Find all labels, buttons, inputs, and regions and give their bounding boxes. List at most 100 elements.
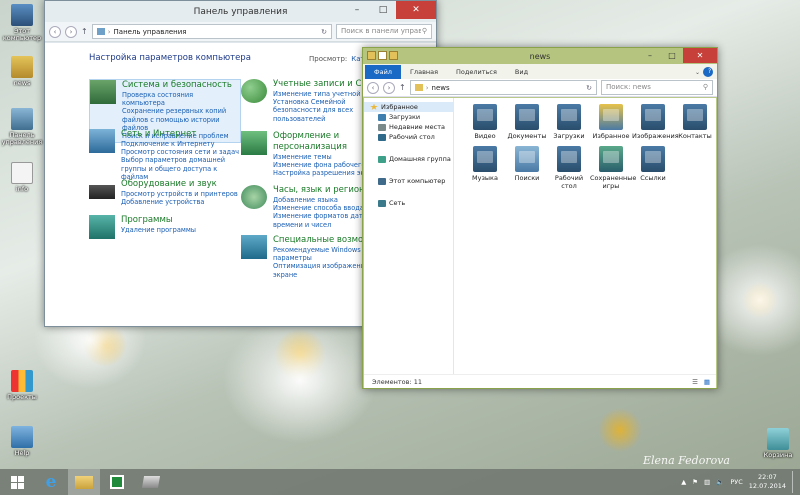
search-icon: ⚲ [702, 83, 708, 91]
title-bar[interactable]: Панель управления – □ ✕ [45, 1, 436, 22]
address-bar: ‹ › ↑ › Панель управления ↻ Поиск в пане… [45, 22, 436, 42]
refresh-icon[interactable]: ↻ [321, 28, 327, 36]
desktop-icon-this-pc[interactable]: Этот компьютер [0, 4, 44, 42]
item-count: Элементов: 11 [372, 378, 422, 386]
maximize-button[interactable]: □ [661, 48, 683, 63]
desktop-icon-control-panel[interactable]: Панель управления [0, 108, 44, 146]
category-link[interactable]: Просмотр состояния сети и задач [121, 148, 241, 156]
tree-item-desktop[interactable]: Рабочий стол [364, 132, 453, 142]
desktop-icon-projects[interactable]: Проекты [0, 370, 44, 401]
details-view-icon[interactable]: ☰ [692, 378, 698, 386]
downloads-icon [378, 113, 386, 121]
recycle-bin-icon [767, 428, 789, 450]
tree-item-downloads[interactable]: Загрузки [364, 112, 453, 122]
projects-icon [11, 370, 33, 392]
tree-item-homegroup[interactable]: Домашняя группа [364, 154, 453, 164]
folder-item-saved-games[interactable]: Сохраненные игры [590, 146, 636, 190]
desktop-icon-help[interactable]: Help [0, 426, 44, 457]
chevron-down-icon[interactable]: ⌄ [692, 66, 703, 79]
taskbar-internet-explorer[interactable]: e [34, 469, 68, 495]
taskbar-control-panel[interactable] [134, 469, 168, 495]
close-button[interactable]: ✕ [396, 1, 436, 19]
clock[interactable]: 22:07 12.07.2014 [749, 473, 786, 491]
refresh-icon[interactable]: ↻ [586, 84, 592, 92]
folder-item-video[interactable]: Видео [464, 104, 506, 140]
category-link[interactable]: Добавление устройства [121, 198, 241, 206]
pictures-folder-icon [641, 104, 665, 130]
category-title[interactable]: Сеть и Интернет [121, 129, 241, 140]
category-hardware-sound[interactable]: Оборудование и звук Просмотр устройств и… [89, 179, 241, 206]
search-input[interactable]: Поиск: news ⚲ [601, 80, 713, 95]
address-text: news [431, 83, 450, 92]
show-hidden-icons-icon[interactable]: ▲ [681, 478, 686, 486]
category-link[interactable]: Выбор параметров домашней группы и общег… [121, 156, 241, 181]
system-security-icon [90, 80, 116, 104]
category-title[interactable]: Оборудование и звук [121, 179, 241, 190]
taskbar-store[interactable] [100, 469, 134, 495]
address-field[interactable]: › Панель управления ↻ [91, 24, 332, 39]
control-panel-icon [141, 476, 161, 488]
network-status-icon[interactable]: ▥ [704, 478, 710, 486]
search-input[interactable]: Поиск в панели управления ⚲ [336, 24, 432, 39]
folder-item-music[interactable]: Музыка [464, 146, 506, 182]
date: 12.07.2014 [748, 482, 786, 490]
large-icons-view-icon[interactable]: ▦ [704, 378, 710, 386]
category-link[interactable]: Просмотр устройств и принтеров [121, 190, 241, 198]
searches-folder-icon [515, 146, 539, 172]
explorer-content: Избранное Загрузки Недавние места Рабочи… [364, 98, 716, 374]
minimize-button[interactable]: – [344, 1, 370, 19]
video-folder-icon [473, 104, 497, 130]
desktop-icon-label: Корзина [763, 451, 793, 459]
page-title: Настройка параметров компьютера [89, 53, 251, 63]
taskbar-file-explorer[interactable] [68, 469, 100, 495]
category-title[interactable]: Программы [121, 215, 241, 226]
address-field[interactable]: › news ↻ [409, 80, 597, 95]
tab-share[interactable]: Поделиться [447, 65, 506, 79]
category-link[interactable]: Подключение к Интернету [121, 140, 241, 148]
up-button[interactable]: ↑ [399, 83, 406, 92]
desktop-icon-news[interactable]: news [0, 56, 44, 87]
title-bar[interactable]: news – □ ✕ [363, 48, 717, 64]
category-programs[interactable]: Программы Удаление программы [89, 215, 241, 239]
folder-item-desktop[interactable]: Рабочий стол [548, 146, 590, 190]
tab-view[interactable]: Вид [506, 65, 537, 79]
up-button[interactable]: ↑ [81, 27, 88, 36]
desktop-icon-recycle-bin[interactable]: Корзина [756, 428, 800, 459]
start-button[interactable] [0, 469, 34, 495]
tree-item-network[interactable]: Сеть [364, 198, 453, 208]
tree-item-recent[interactable]: Недавние места [364, 122, 453, 132]
back-button[interactable]: ‹ [49, 25, 61, 38]
category-link[interactable]: Проверка состояния компьютера [122, 91, 238, 107]
folder-item-links[interactable]: Ссылки [632, 146, 674, 182]
network-icon [89, 129, 115, 153]
tree-item-favorites[interactable]: Избранное [364, 102, 453, 112]
folder-item-contacts[interactable]: Контакты [674, 104, 716, 140]
category-link[interactable]: Удаление программы [121, 226, 241, 234]
folder-item-documents[interactable]: Документы [506, 104, 548, 140]
folder-item-downloads[interactable]: Загрузки [548, 104, 590, 140]
appearance-icon [241, 131, 267, 155]
category-title[interactable]: Система и безопасность [122, 80, 238, 91]
language-indicator[interactable]: РУС [730, 478, 742, 486]
desktop-icon-info[interactable]: info [0, 162, 44, 193]
show-desktop-button[interactable] [792, 471, 796, 493]
flag-icon[interactable]: ⚑ [692, 478, 698, 486]
folder-item-pictures[interactable]: Изображения [632, 104, 679, 140]
back-button[interactable]: ‹ [367, 81, 379, 94]
close-button[interactable]: ✕ [683, 48, 717, 63]
category-network[interactable]: Сеть и Интернет Подключение к Интернету … [89, 129, 241, 181]
address-bar: ‹ › ↑ › news ↻ Поиск: news ⚲ [363, 79, 717, 97]
tree-item-this-pc[interactable]: Этот компьютер [364, 176, 453, 186]
tab-home[interactable]: Главная [401, 65, 447, 79]
tab-file[interactable]: Файл [365, 65, 401, 79]
volume-icon[interactable]: 🔈 [716, 478, 724, 486]
help-icon[interactable]: ? [703, 67, 713, 77]
network-icon [378, 199, 386, 207]
desktop-icon-label: Панель управления [1, 131, 43, 147]
maximize-button[interactable]: □ [370, 1, 396, 19]
folder-item-searches[interactable]: Поиски [506, 146, 548, 182]
forward-button[interactable]: › [383, 81, 395, 94]
folder-item-favorites[interactable]: Избранное [590, 104, 632, 140]
forward-button[interactable]: › [65, 25, 77, 38]
minimize-button[interactable]: – [639, 48, 661, 63]
